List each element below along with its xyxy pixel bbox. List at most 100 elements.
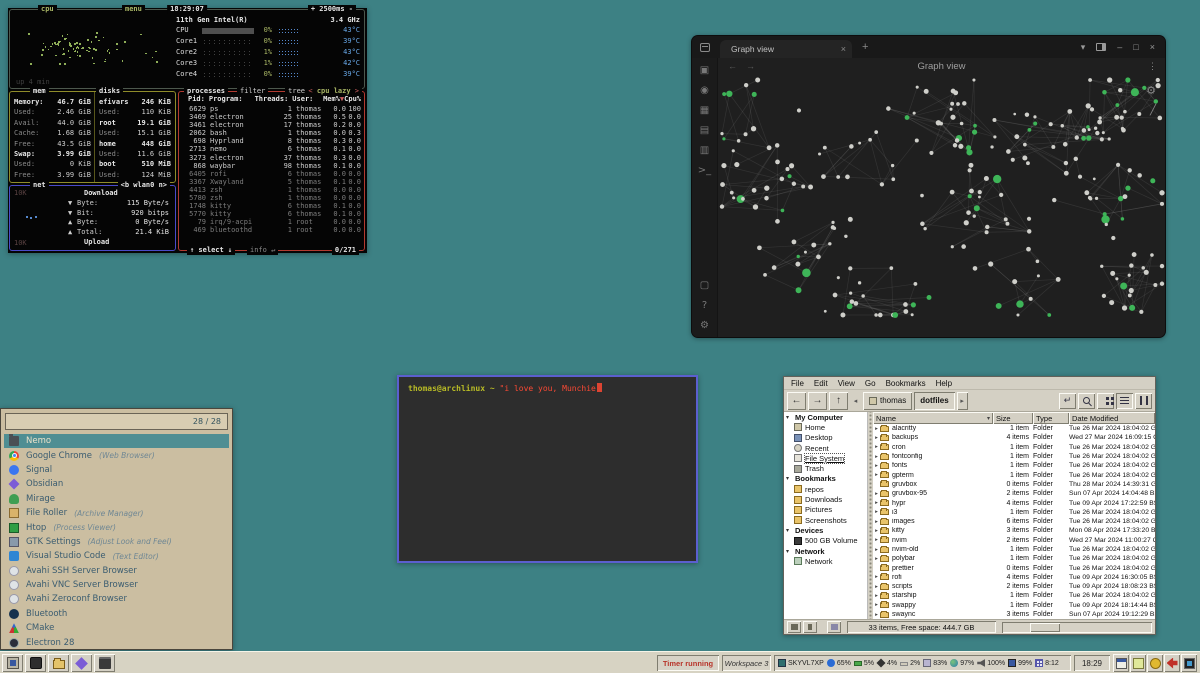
more-options-icon[interactable]: ⋮: [1148, 61, 1157, 72]
logout-button[interactable]: [1164, 654, 1180, 672]
btop-refresh-rate[interactable]: + 2500ms -: [308, 5, 356, 14]
launcher-item-google-chrome[interactable]: Google Chrome(Web Browser): [1, 448, 232, 462]
tray-battery[interactable]: 5%: [854, 660, 874, 667]
templates-icon[interactable]: ▥: [700, 145, 709, 156]
minimize-button[interactable]: –: [1117, 42, 1122, 52]
sidebar-item-desktop[interactable]: Desktop: [784, 433, 867, 443]
process-row[interactable]: 6629ps1thomas0.0100: [182, 105, 361, 113]
side-pane-places-icon[interactable]: [787, 621, 801, 633]
launcher-item-avahi-zeroconf-browser[interactable]: Avahi Zeroconf Browser: [1, 592, 232, 606]
sidebar-item-recent[interactable]: Recent: [784, 443, 867, 453]
sort-left-arrow[interactable]: <: [308, 87, 312, 95]
file-row[interactable]: ▸kitty3 itemsFolderMon 08 Apr 2024 17:33…: [873, 526, 1155, 535]
quick-switcher-icon[interactable]: ▣: [700, 65, 709, 76]
quick-launch-obsidian[interactable]: [71, 654, 92, 672]
col-mem[interactable]: Mem%: [321, 95, 340, 103]
tab-close-icon[interactable]: ×: [841, 44, 846, 54]
btop-tab-cpu[interactable]: cpu: [38, 5, 57, 14]
sidebar-item-bookmarks[interactable]: ▾Bookmarks: [784, 474, 867, 484]
graph-filter-icon[interactable]: ╱: [1150, 105, 1156, 116]
row-expander-icon[interactable]: ▸: [873, 602, 880, 608]
btop-tab-mem[interactable]: mem: [30, 87, 49, 96]
column-date[interactable]: Date Modified: [1069, 412, 1155, 424]
col-user[interactable]: User:: [292, 95, 321, 103]
row-expander-icon[interactable]: ▸: [873, 528, 880, 534]
launcher-item-obsidian[interactable]: Obsidian: [1, 477, 232, 491]
process-row[interactable]: 469bluetoothd1root0.00.0: [182, 226, 361, 234]
sidebar-item-home[interactable]: Home: [784, 422, 867, 432]
process-row[interactable]: 698Hyprland8thomas0.30.0: [182, 137, 361, 145]
vault-switcher-icon[interactable]: ▢: [700, 280, 709, 291]
launcher-item-avahi-ssh-server-browser[interactable]: Avahi SSH Server Browser: [1, 564, 232, 578]
menu-go[interactable]: Go: [861, 379, 880, 388]
graph-canvas[interactable]: [718, 76, 1166, 319]
launcher-search-input[interactable]: 28 / 28: [5, 413, 228, 430]
icon-view-icon[interactable]: [1097, 393, 1114, 409]
new-tab-icon[interactable]: ↵: [1059, 393, 1076, 409]
file-row[interactable]: ▸i31 itemFolderTue 26 Mar 2024 18:04:02 …: [873, 508, 1155, 517]
col-pid[interactable]: Pid:: [182, 95, 205, 103]
file-row[interactable]: ▸gpterm1 itemFolderTue 26 Mar 2024 18:04…: [873, 470, 1155, 479]
canvas-icon[interactable]: ▦: [700, 105, 709, 116]
expander-icon[interactable]: ▾: [786, 527, 792, 534]
file-row[interactable]: ▸fonts1 itemFolderTue 26 Mar 2024 18:04:…: [873, 461, 1155, 470]
tab-graph-view[interactable]: Graph view ×: [720, 40, 852, 58]
graph-settings-icon[interactable]: ⚙: [1146, 84, 1156, 97]
file-row[interactable]: ▸alacritty1 itemFolderTue 26 Mar 2024 18…: [873, 424, 1155, 433]
tray-monitor[interactable]: 99%: [1008, 659, 1032, 667]
file-row[interactable]: ▸swaync3 itemsFolderSun 07 Apr 2024 19:1…: [873, 610, 1155, 619]
tray-bluetooth[interactable]: 65%: [827, 659, 851, 667]
row-expander-icon[interactable]: ▸: [873, 463, 880, 469]
file-row[interactable]: ▸starship1 itemFolderTue 26 Mar 2024 18:…: [873, 591, 1155, 600]
col-cpu[interactable]: ▼Cpu%: [340, 95, 361, 103]
row-expander-icon[interactable]: ▸: [873, 435, 880, 441]
process-row[interactable]: 868waybar98thomas0.10.0: [182, 162, 361, 170]
row-expander-icon[interactable]: ▸: [873, 454, 880, 460]
sidebar-item-network[interactable]: Network: [784, 556, 867, 566]
row-expander-icon[interactable]: ▸: [873, 491, 880, 497]
tray-cpu[interactable]: 4%: [877, 659, 897, 667]
process-info-hint[interactable]: info ↵: [247, 246, 278, 255]
process-row[interactable]: 4413zsh1thomas0.00.0: [182, 186, 361, 194]
expander-icon[interactable]: ▾: [786, 548, 792, 555]
expander-icon[interactable]: ▾: [786, 414, 792, 421]
file-row[interactable]: ▸scripts2 itemsFolderTue 09 Apr 2024 18:…: [873, 582, 1155, 591]
up-button[interactable]: ↑: [829, 392, 848, 410]
process-row[interactable]: 5770kitty6thomas0.10.0: [182, 210, 361, 218]
sidebar-item-devices[interactable]: ▾Devices: [784, 525, 867, 535]
terminal-window[interactable]: thomas@archlinux ~ "i love you, Munchie: [397, 375, 698, 563]
tray-volume[interactable]: 100%: [977, 659, 1005, 667]
tray-calendar[interactable]: 8:12: [1035, 659, 1059, 667]
breadcrumb-scroll-right-icon[interactable]: ▸: [957, 392, 968, 410]
breadcrumb-scroll-left-icon[interactable]: ◂: [850, 392, 861, 410]
tray-network[interactable]: SKYVL7XP: [778, 659, 824, 667]
file-row[interactable]: ▸backups4 itemsFolderWed 27 Mar 2024 16:…: [873, 433, 1155, 442]
row-expander-icon[interactable]: ▸: [873, 537, 880, 543]
sidebar-item-network[interactable]: ▾Network: [784, 546, 867, 556]
row-expander-icon[interactable]: ▸: [873, 593, 880, 599]
column-type[interactable]: Type: [1033, 412, 1069, 424]
help-icon[interactable]: ?: [702, 300, 707, 311]
clipboard-button[interactable]: [1113, 654, 1129, 672]
menu-edit[interactable]: Edit: [810, 379, 832, 388]
file-row[interactable]: ▸nvim-old1 itemFolderTue 26 Mar 2024 18:…: [873, 545, 1155, 554]
row-expander-icon[interactable]: ▸: [873, 500, 880, 506]
process-select-hint[interactable]: ↑ select ↓: [187, 246, 235, 255]
new-tab-button[interactable]: +: [862, 41, 868, 53]
back-button[interactable]: ←: [787, 392, 806, 410]
sidebar-item-trash[interactable]: Trash: [784, 463, 867, 473]
obsidian-titlebar[interactable]: Graph view × + ▾ – □ ×: [692, 36, 1165, 58]
file-row[interactable]: ▸cron1 itemFolderTue 26 Mar 2024 18:04:0…: [873, 443, 1155, 452]
split-view-icon[interactable]: [1135, 393, 1152, 409]
row-expander-icon[interactable]: ▸: [873, 509, 880, 515]
launcher-item-file-roller[interactable]: File Roller(Archive Manager): [1, 506, 232, 520]
column-name[interactable]: Name▾: [873, 412, 993, 424]
file-row[interactable]: ▸rofi4 itemsFolderTue 09 Apr 2024 16:30:…: [873, 573, 1155, 582]
scrollbar-thumb[interactable]: [1030, 623, 1060, 632]
tray-ram[interactable]: 2%: [900, 660, 920, 667]
quick-launch-computer[interactable]: [2, 654, 23, 672]
btop-tab-net[interactable]: net: [30, 181, 49, 190]
launcher-item-bluetooth[interactable]: Bluetooth: [1, 607, 232, 621]
launcher-item-nemo[interactable]: Nemo: [4, 434, 229, 448]
btop-tab-disks[interactable]: disks: [96, 87, 123, 96]
